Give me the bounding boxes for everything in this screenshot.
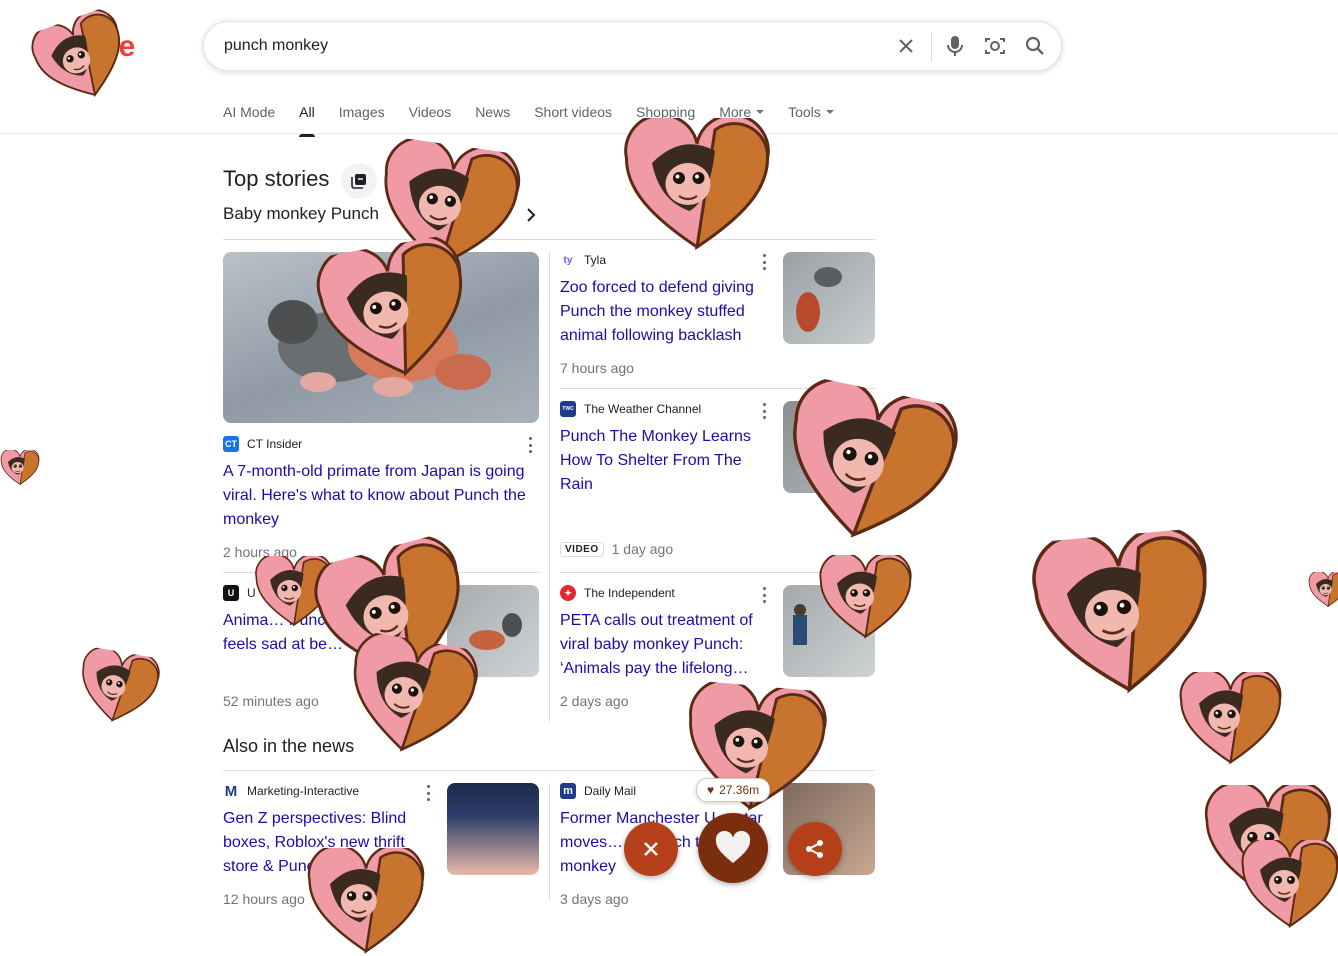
more-options-icon[interactable] (762, 403, 766, 419)
story-time-row: VIDEO 1 day ago (560, 541, 673, 557)
search-box[interactable]: punch monkey (203, 21, 1062, 71)
marketing-interactive-logo-icon: M (223, 782, 239, 800)
monkey-heart-sticker (353, 631, 478, 752)
more-options-icon[interactable] (762, 587, 766, 603)
video-badge: VIDEO (560, 541, 604, 557)
story-time: 2 days ago (560, 693, 629, 709)
source-label: Tyla (584, 253, 607, 267)
monkey-heart-sticker (31, 9, 121, 98)
monkey-heart-sticker (82, 646, 160, 722)
source-daily-mail[interactable]: m Daily Mail (560, 783, 636, 799)
story-time: 1 day ago (611, 541, 674, 557)
tab-label: Short videos (534, 104, 613, 120)
source-tyla[interactable]: ty Tyla (560, 252, 606, 268)
source-label: The Weather Channel (584, 402, 702, 416)
share-icon (806, 840, 823, 858)
stories-icon[interactable] (341, 163, 377, 199)
small-heart-icon: ♥ (707, 783, 715, 797)
source-ct-insider[interactable]: CT CT Insider (223, 436, 302, 452)
caret-down-icon (756, 110, 765, 114)
tab-label: All (299, 104, 315, 120)
story-headline[interactable]: Zoo forced to defend giving Punch the mo… (560, 276, 770, 348)
story-thumbnail[interactable] (783, 252, 875, 344)
tab-label: Tools (788, 104, 821, 120)
weather-channel-logo-icon: TWC (560, 401, 576, 417)
close-icon (644, 842, 658, 856)
source-label: Marketing-Interactive (247, 784, 360, 798)
microphone-icon[interactable] (943, 34, 967, 58)
story-headline[interactable]: Punch The Monkey Learns How To Shelter F… (560, 425, 770, 497)
also-in-news-title: Also in the news (223, 736, 355, 756)
like-button[interactable] (698, 813, 768, 883)
daily-mail-logo-icon: m (560, 783, 576, 799)
tyla-logo-icon: ty (560, 252, 576, 268)
monkey-heart-sticker (793, 377, 958, 538)
news-thumbnail[interactable] (447, 783, 539, 875)
monkey-heart-sticker (624, 118, 770, 251)
source-independent[interactable]: ✦ The Independent (560, 585, 675, 601)
stories-divider (223, 239, 875, 240)
monkey-heart-sticker (307, 848, 425, 954)
story-time: 7 hours ago (560, 360, 634, 376)
like-count-badge: ♥ 27.36m (696, 778, 771, 802)
source-logo-icon: U (223, 585, 239, 601)
share-button[interactable] (788, 822, 842, 876)
source-label: The Independent (584, 586, 675, 600)
tab-label: AI Mode (223, 104, 276, 120)
independent-logo-icon: ✦ (560, 585, 576, 601)
story-topic-link[interactable]: Baby monkey Punch (223, 204, 379, 224)
source-label: Daily Mail (584, 784, 637, 798)
story-headline[interactable]: PETA calls out treatment of viral baby m… (560, 609, 770, 681)
tab-label: News (475, 104, 511, 120)
monkey-heart-sticker (1179, 672, 1282, 765)
monkey-heart-sticker (819, 555, 912, 639)
ct-insider-logo-icon: CT (223, 436, 239, 452)
heart-icon (715, 831, 751, 863)
source-u[interactable]: U U (223, 585, 256, 601)
more-options-icon[interactable] (426, 785, 430, 801)
source-weather-channel[interactable]: TWC The Weather Channel (560, 401, 701, 417)
tab-label: Images (338, 104, 385, 120)
monkey-heart-sticker (1241, 840, 1338, 929)
close-overlay-button[interactable] (624, 822, 678, 876)
caret-down-icon (825, 110, 834, 114)
search-icon[interactable] (1023, 34, 1047, 58)
source-label: CT Insider (247, 437, 303, 451)
news-time: 12 hours ago (223, 891, 305, 907)
main-story-headline[interactable]: A 7-month-old primate from Japan is goin… (223, 460, 539, 532)
like-count: 27.36m (719, 783, 760, 797)
search-input[interactable]: punch monkey (224, 37, 328, 55)
top-stories-title: Top stories (223, 166, 330, 191)
clear-icon[interactable] (894, 34, 918, 58)
story-time: 52 minutes ago (223, 693, 319, 709)
tab-label: Videos (408, 104, 452, 120)
more-options-icon[interactable] (528, 437, 532, 453)
monkey-heart-sticker (316, 234, 463, 377)
monkey-heart-sticker (1308, 572, 1338, 608)
news-time: 3 days ago (560, 891, 629, 907)
monkey-heart-sticker (0, 450, 40, 486)
search-divider (931, 32, 932, 62)
column-divider (549, 783, 550, 900)
source-marketing-interactive[interactable]: M Marketing-Interactive (223, 782, 360, 800)
more-options-icon[interactable] (762, 254, 766, 270)
column-divider (549, 252, 550, 722)
chevron-right-icon[interactable] (526, 207, 536, 228)
camera-lens-icon[interactable] (983, 34, 1007, 58)
